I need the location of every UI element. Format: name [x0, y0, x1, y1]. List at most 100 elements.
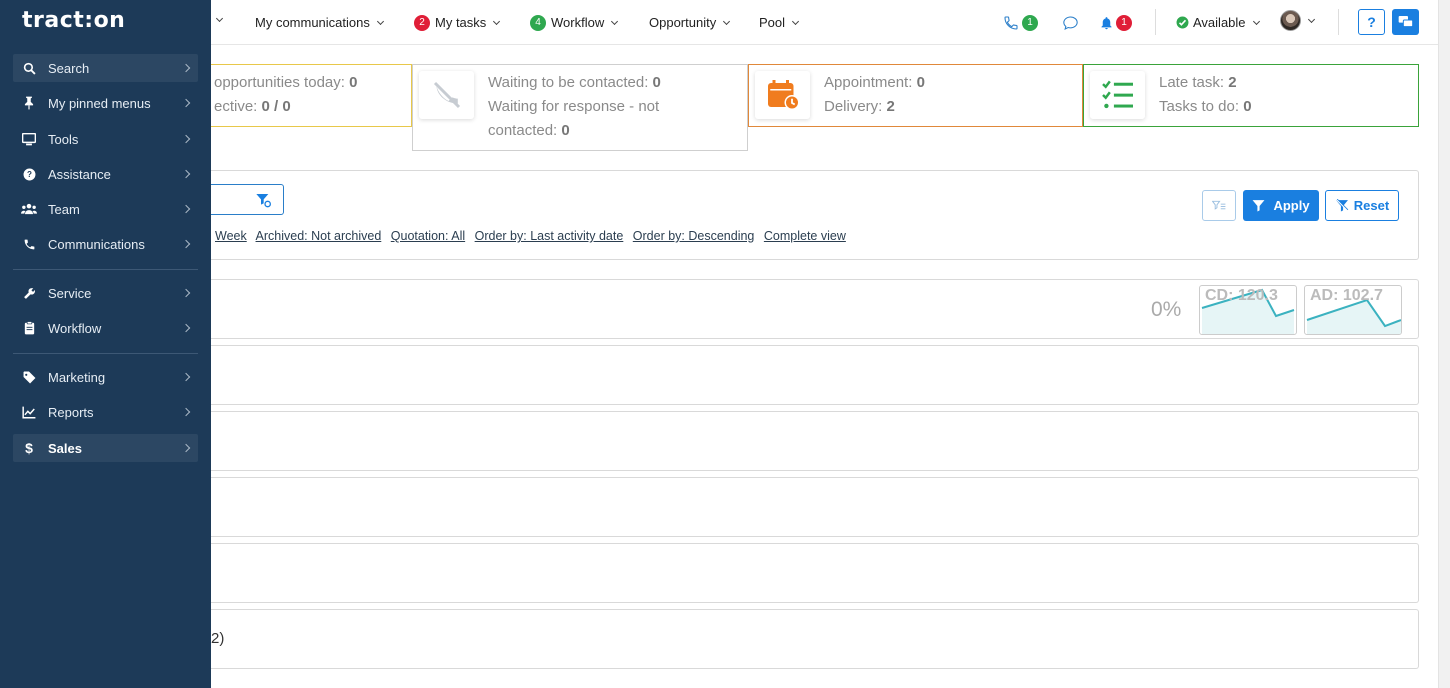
- sidebar-item-workflow[interactable]: Workflow: [13, 314, 198, 342]
- ad-sparkline[interactable]: AD: 102.7: [1304, 285, 1402, 335]
- sidebar-item-communications[interactable]: Communications: [13, 230, 198, 258]
- sidebar-item-label: Communications: [48, 236, 145, 252]
- appointment-stat-box[interactable]: Appointment: 0 Delivery: 2: [748, 64, 1083, 127]
- stat-label: Waiting for response - not: [488, 98, 660, 115]
- nav-label: Pool: [759, 15, 786, 30]
- nav-label: My communications: [255, 15, 370, 30]
- top-navigation-bar: My communications 2 My tasks 4 Workflow …: [211, 0, 1439, 45]
- chevron-down-icon: [1252, 17, 1260, 25]
- nav-label: Workflow: [551, 15, 605, 30]
- stat-label: Late task:: [1159, 74, 1225, 91]
- filter-icon: [1252, 199, 1265, 212]
- stat-line: contacted: 0: [488, 119, 661, 143]
- reset-filters-button[interactable]: Reset: [1325, 190, 1399, 221]
- nav-pool[interactable]: Pool: [759, 14, 800, 31]
- chevron-right-icon: [181, 169, 191, 179]
- workflow-count-badge: 4: [530, 14, 546, 31]
- apply-filters-button[interactable]: Apply: [1243, 190, 1319, 221]
- sidebar-item-reports[interactable]: Reports: [13, 398, 198, 426]
- sidebar-item-label: Marketing: [48, 369, 106, 385]
- search-icon: [21, 62, 37, 75]
- filter-chip-period[interactable]: Week: [215, 229, 247, 243]
- stat-label: Delivery:: [824, 98, 883, 115]
- nav-label: Opportunity: [649, 15, 717, 30]
- availability-status-label: Available: [1193, 15, 1246, 30]
- sidebar-item-label: Sales: [48, 440, 82, 456]
- filter-chip-order-by-field[interactable]: Order by: Last activity date: [475, 229, 624, 243]
- filter-chip-quotation[interactable]: Quotation: All: [391, 229, 465, 243]
- nav-label: My tasks: [435, 15, 487, 30]
- nav-opportunity[interactable]: Opportunity: [649, 14, 731, 31]
- chevron-right-icon: [181, 443, 191, 453]
- chat-button[interactable]: [1062, 14, 1079, 31]
- user-menu[interactable]: [1280, 10, 1316, 31]
- filter-clear-icon: [1335, 199, 1349, 212]
- stage-label-fragment: 2): [211, 630, 225, 647]
- sidebar-item-tools[interactable]: Tools: [13, 125, 198, 153]
- sidebar-item-label: Workflow: [48, 320, 102, 336]
- filter-chip-order-direction[interactable]: Order by: Descending: [633, 229, 755, 243]
- help-button[interactable]: ?: [1358, 9, 1385, 35]
- sidebar-item-label: Search: [48, 60, 90, 76]
- filter-panel: [211, 170, 1419, 260]
- pipeline-stage-row[interactable]: [211, 411, 1419, 471]
- pipeline-stage-row[interactable]: [211, 477, 1419, 537]
- stat-value: 0: [349, 74, 358, 91]
- chevron-right-icon: [181, 134, 191, 144]
- sidebar-item-team[interactable]: Team: [13, 195, 198, 223]
- chevron-down-icon: [791, 17, 800, 25]
- question-circle-icon: ?: [21, 168, 37, 181]
- sidebar-item-search[interactable]: Search: [13, 54, 198, 82]
- sidebar-item-assistance[interactable]: ? Assistance: [13, 160, 198, 188]
- chevron-down-icon: [493, 17, 501, 25]
- stat-value: 0: [561, 122, 570, 139]
- filter-chip-view[interactable]: Complete view: [764, 229, 846, 243]
- availability-status-dropdown[interactable]: Available: [1176, 14, 1260, 31]
- stat-value: 0 / 0: [261, 98, 291, 115]
- line-chart-icon: [21, 406, 37, 419]
- chevron-down-icon: [376, 17, 384, 25]
- traction-logo[interactable]: tract:on: [22, 8, 125, 33]
- filter-settings-icon[interactable]: [255, 192, 271, 208]
- pipeline-stage-row[interactable]: [211, 543, 1419, 603]
- notifications-button[interactable]: 1: [1099, 14, 1137, 31]
- help-label: ?: [1367, 14, 1376, 30]
- tasks-stat-text: Late task: 2 Tasks to do: 0: [1159, 71, 1252, 119]
- filter-chip-archived[interactable]: Archived: Not archived: [256, 229, 382, 243]
- pipeline-stage-row[interactable]: 2): [211, 609, 1419, 669]
- filter-list-toggle-button[interactable]: [1202, 190, 1236, 221]
- chevron-down-icon[interactable]: [215, 14, 224, 23]
- sidebar-item-label: My pinned menus: [48, 95, 151, 111]
- nav-my-communications[interactable]: My communications: [255, 14, 384, 31]
- messages-button[interactable]: [1392, 9, 1419, 35]
- chevron-right-icon: [181, 204, 191, 214]
- cd-sparkline[interactable]: CD: 120.3: [1199, 285, 1297, 335]
- sidebar-item-sales[interactable]: $ Sales: [13, 434, 198, 462]
- stat-label: Appointment:: [824, 74, 913, 91]
- sidebar-item-service[interactable]: Service: [13, 279, 198, 307]
- sidebar-item-pinned-menus[interactable]: My pinned menus: [13, 89, 198, 117]
- svg-text:?: ?: [27, 170, 32, 179]
- sidebar-item-label: Assistance: [48, 166, 111, 182]
- contact-stat-box[interactable]: Waiting to be contacted: 0 Waiting for r…: [412, 64, 748, 151]
- sidebar-divider: [13, 353, 198, 354]
- tag-icon: [21, 371, 37, 384]
- phone-button[interactable]: 1: [1003, 14, 1043, 31]
- stat-value: 0: [1243, 98, 1252, 115]
- check-circle-icon: [1176, 16, 1189, 29]
- pipeline-stage-row[interactable]: [211, 345, 1419, 405]
- stat-line: Tasks to do: 0: [1159, 95, 1252, 119]
- appointment-stat-text: Appointment: 0 Delivery: 2: [824, 71, 925, 119]
- opportunities-stat-box[interactable]: opportunities today: 0 ective: 0 / 0: [211, 64, 412, 127]
- monitor-icon: [21, 132, 37, 146]
- nav-my-tasks[interactable]: 2 My tasks: [414, 14, 501, 31]
- phone-icon: [1003, 15, 1019, 31]
- chevron-down-icon: [1307, 15, 1316, 23]
- scrollbar-track[interactable]: [1438, 0, 1450, 688]
- sidebar-item-marketing[interactable]: Marketing: [13, 363, 198, 391]
- stat-label: Waiting to be contacted:: [488, 74, 649, 91]
- opportunities-stat-text: opportunities today: 0 ective: 0 / 0: [214, 71, 357, 119]
- nav-workflow[interactable]: 4 Workflow: [530, 14, 619, 31]
- filter-search-input[interactable]: [211, 184, 284, 215]
- tasks-stat-box[interactable]: Late task: 2 Tasks to do: 0: [1083, 64, 1419, 127]
